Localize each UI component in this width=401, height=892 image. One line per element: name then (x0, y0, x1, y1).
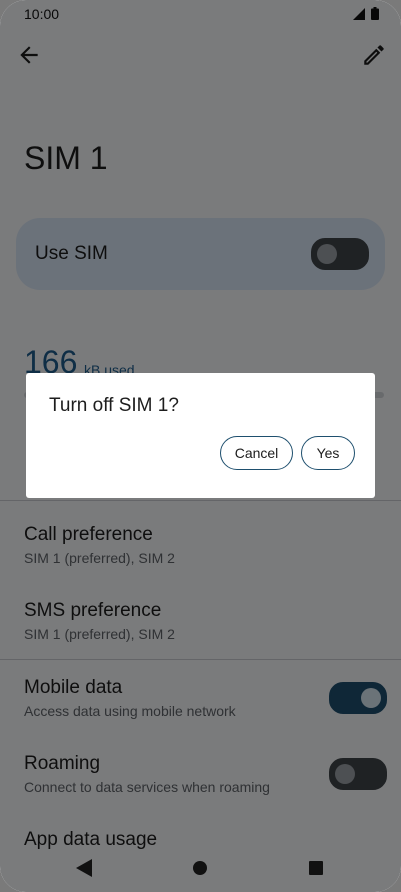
yes-button[interactable]: Yes (301, 436, 355, 470)
navigation-bar (0, 845, 401, 892)
nav-back-icon[interactable] (73, 857, 95, 879)
cancel-button[interactable]: Cancel (220, 436, 293, 470)
dialog-title: Turn off SIM 1? (49, 395, 179, 416)
nav-recents-icon[interactable] (305, 857, 327, 879)
turn-off-sim-dialog: Turn off SIM 1? Cancel Yes (26, 373, 375, 498)
settings-screen: 10:00 SIM 1 Use SIM 166 kB used Ca (0, 0, 401, 892)
nav-home-icon[interactable] (189, 857, 211, 879)
